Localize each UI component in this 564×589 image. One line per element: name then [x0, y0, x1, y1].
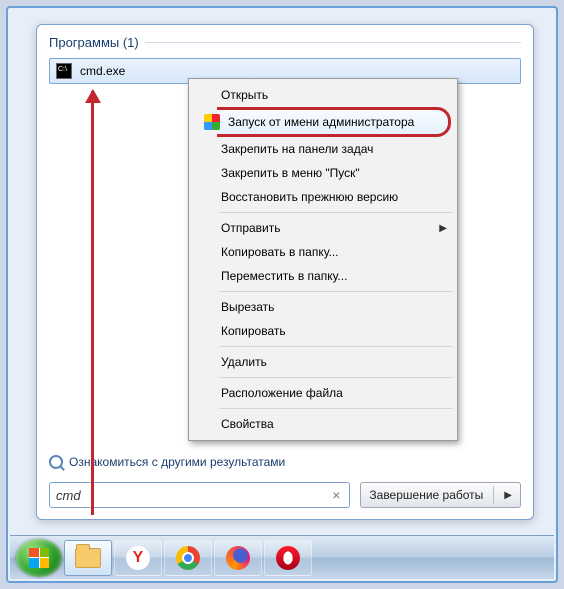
start-button[interactable]: [16, 539, 62, 577]
search-input[interactable]: [56, 488, 329, 503]
shield-icon: [204, 114, 220, 130]
annotation-arrow: [91, 91, 94, 515]
chevron-right-icon[interactable]: ▶: [504, 490, 512, 501]
windows-logo-icon: [29, 548, 49, 568]
menu-delete[interactable]: Удалить: [191, 350, 455, 374]
shutdown-button[interactable]: Завершение работы ▶: [360, 482, 521, 508]
opera-icon: [276, 546, 300, 570]
menu-pin-start[interactable]: Закрепить в меню "Пуск": [191, 161, 455, 185]
yandex-icon: Y: [126, 546, 150, 570]
chevron-right-icon: ▶: [439, 223, 447, 234]
menu-restore-prev[interactable]: Восстановить прежнюю версию: [191, 185, 455, 209]
menu-copy-to[interactable]: Копировать в папку...: [191, 240, 455, 264]
file-explorer-icon: [75, 548, 101, 568]
menu-open[interactable]: Открыть: [191, 83, 455, 107]
menu-move-to[interactable]: Переместить в папку...: [191, 264, 455, 288]
taskbar-chrome[interactable]: [164, 540, 212, 576]
taskbar-opera[interactable]: [264, 540, 312, 576]
search-box[interactable]: ×: [49, 482, 350, 508]
search-icon: [49, 455, 63, 469]
shutdown-label: Завершение работы: [369, 488, 483, 502]
menu-copy[interactable]: Копировать: [191, 319, 455, 343]
section-header-programs: Программы (1): [49, 35, 521, 50]
taskbar-explorer[interactable]: [64, 540, 112, 576]
menu-properties[interactable]: Свойства: [191, 412, 455, 436]
firefox-icon: [226, 546, 250, 570]
menu-send-to[interactable]: Отправить ▶: [191, 216, 455, 240]
taskbar-yandex[interactable]: Y: [114, 540, 162, 576]
result-filename: cmd.exe: [80, 64, 125, 78]
chrome-icon: [176, 546, 200, 570]
menu-pin-taskbar[interactable]: Закрепить на панели задач: [191, 137, 455, 161]
menu-cut[interactable]: Вырезать: [191, 295, 455, 319]
context-menu: Открыть Запуск от имени администратора З…: [188, 78, 458, 441]
section-title: Программы (1): [49, 35, 139, 50]
taskbar: Y: [10, 535, 554, 579]
clear-search-icon[interactable]: ×: [329, 487, 343, 503]
taskbar-firefox[interactable]: [214, 540, 262, 576]
highlight-run-as-admin: Запуск от имени администратора: [195, 107, 451, 137]
menu-open-location[interactable]: Расположение файла: [191, 381, 455, 405]
menu-run-as-admin[interactable]: Запуск от имени администратора: [198, 110, 448, 134]
cmd-icon: [56, 63, 72, 79]
more-results-link[interactable]: Ознакомиться с другими результатами: [49, 455, 285, 469]
